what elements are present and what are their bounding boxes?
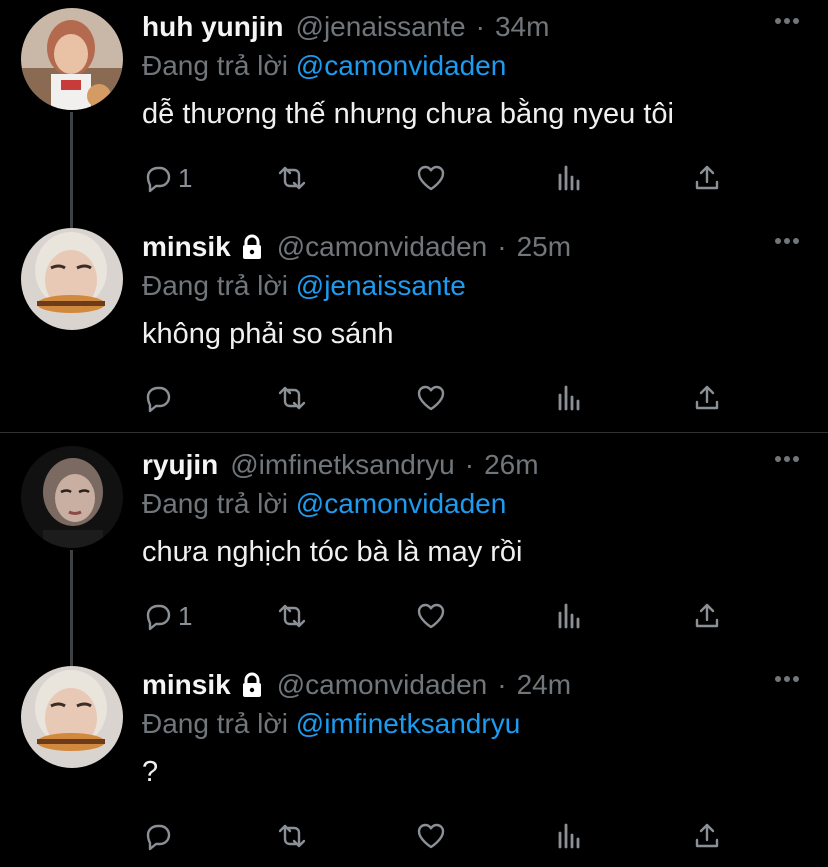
share-button[interactable]	[692, 378, 722, 418]
heart-icon	[417, 165, 445, 191]
action-bar	[142, 378, 732, 418]
reply-button[interactable]: 1	[142, 596, 192, 636]
share-icon	[695, 823, 719, 848]
action-bar	[142, 816, 732, 856]
reply-button[interactable]	[142, 816, 178, 856]
timestamp[interactable]: 26m	[484, 449, 538, 481]
timestamp[interactable]: 34m	[495, 11, 549, 43]
handle[interactable]: @imfinetksandryu	[230, 449, 455, 481]
share-button[interactable]	[692, 816, 722, 856]
replying-to: Đang trả lời @imfinetksandryu	[142, 708, 520, 740]
avatar[interactable]	[21, 666, 123, 768]
separator-dot: ·	[475, 11, 485, 42]
tweet-text: chưa nghịch tóc bà là may rồi	[142, 536, 523, 568]
lock-icon	[242, 672, 261, 697]
reply-count: 1	[178, 162, 193, 193]
views-button[interactable]	[555, 816, 585, 856]
retweet-icon	[278, 386, 306, 410]
share-icon	[695, 165, 719, 190]
tweet-1[interactable]: huh yunjin @jenaissante · 34m Đang trả l…	[0, 0, 828, 230]
like-button[interactable]	[416, 158, 446, 198]
replying-to: Đang trả lời @camonvidaden	[142, 50, 506, 82]
avatar[interactable]	[21, 446, 123, 548]
display-name[interactable]: ryujin	[142, 449, 218, 481]
display-name[interactable]: minsik	[142, 669, 231, 701]
display-name[interactable]: huh yunjin	[142, 11, 284, 43]
heart-icon	[417, 385, 445, 411]
tweet-4[interactable]: minsik @camonvidaden · 24m Đang trả lời …	[0, 658, 828, 867]
tweet-3[interactable]: ryujin @imfinetksandryu · 26m Đang trả l…	[0, 438, 828, 668]
share-button[interactable]	[692, 596, 722, 636]
handle[interactable]: @camonvidaden	[277, 669, 488, 701]
tweet-text: dễ thương thế nhưng chưa bằng nyeu tôi	[142, 98, 674, 130]
thread-divider	[0, 432, 828, 433]
replying-to: Đang trả lời @jenaissante	[142, 270, 466, 302]
mention-link[interactable]: @jenaissante	[296, 270, 466, 301]
reply-prefix: Đang trả lời	[142, 270, 288, 301]
separator-dot: ·	[497, 231, 507, 262]
retweet-button[interactable]	[277, 596, 307, 636]
analytics-icon	[558, 165, 580, 191]
lock-icon	[242, 234, 261, 259]
reply-prefix: Đang trả lời	[142, 708, 288, 739]
timestamp[interactable]: 24m	[517, 669, 571, 701]
share-icon	[695, 385, 719, 410]
display-name[interactable]: minsik	[142, 231, 231, 263]
analytics-icon	[558, 823, 580, 849]
share-button[interactable]	[692, 158, 722, 198]
reply-icon	[146, 824, 171, 851]
thread-line	[70, 112, 73, 230]
retweet-icon	[278, 604, 306, 628]
separator-dot: ·	[497, 669, 507, 700]
tweet-2[interactable]: minsik @camonvidaden · 25m Đang trả lời …	[0, 220, 828, 430]
action-bar: 1	[142, 596, 732, 636]
more-icon[interactable]	[774, 674, 800, 684]
share-icon	[695, 603, 719, 628]
replying-to: Đang trả lời @camonvidaden	[142, 488, 506, 520]
more-icon[interactable]	[774, 454, 800, 464]
reply-icon	[146, 604, 171, 631]
avatar[interactable]	[21, 8, 123, 110]
retweet-icon	[278, 166, 306, 190]
more-icon[interactable]	[774, 236, 800, 246]
tweet-text: không phải so sánh	[142, 318, 394, 350]
analytics-icon	[558, 385, 580, 411]
more-icon[interactable]	[774, 16, 800, 26]
like-button[interactable]	[416, 596, 446, 636]
retweet-button[interactable]	[277, 378, 307, 418]
tweet-text: ?	[142, 756, 159, 788]
reply-prefix: Đang trả lời	[142, 50, 288, 81]
like-button[interactable]	[416, 378, 446, 418]
timestamp[interactable]: 25m	[517, 231, 571, 263]
retweet-icon	[278, 824, 306, 848]
reply-icon	[146, 166, 171, 193]
views-button[interactable]	[555, 378, 585, 418]
mention-link[interactable]: @camonvidaden	[296, 50, 507, 81]
reply-button[interactable]: 1	[142, 158, 192, 198]
mention-link[interactable]: @imfinetksandryu	[296, 708, 521, 739]
views-button[interactable]	[555, 158, 585, 198]
retweet-button[interactable]	[277, 816, 307, 856]
views-button[interactable]	[555, 596, 585, 636]
heart-icon	[417, 603, 445, 629]
reply-button[interactable]	[142, 378, 178, 418]
reply-count: 1	[178, 600, 193, 631]
retweet-button[interactable]	[277, 158, 307, 198]
heart-icon	[417, 823, 445, 849]
handle[interactable]: @jenaissante	[296, 11, 466, 43]
handle[interactable]: @camonvidaden	[277, 231, 488, 263]
separator-dot: ·	[464, 449, 475, 480]
thread-line	[70, 550, 73, 668]
reply-icon	[146, 386, 171, 413]
mention-link[interactable]: @camonvidaden	[296, 488, 507, 519]
action-bar: 1	[142, 158, 732, 198]
like-button[interactable]	[416, 816, 446, 856]
analytics-icon	[558, 603, 580, 629]
reply-prefix: Đang trả lời	[142, 488, 288, 519]
avatar[interactable]	[21, 228, 123, 330]
